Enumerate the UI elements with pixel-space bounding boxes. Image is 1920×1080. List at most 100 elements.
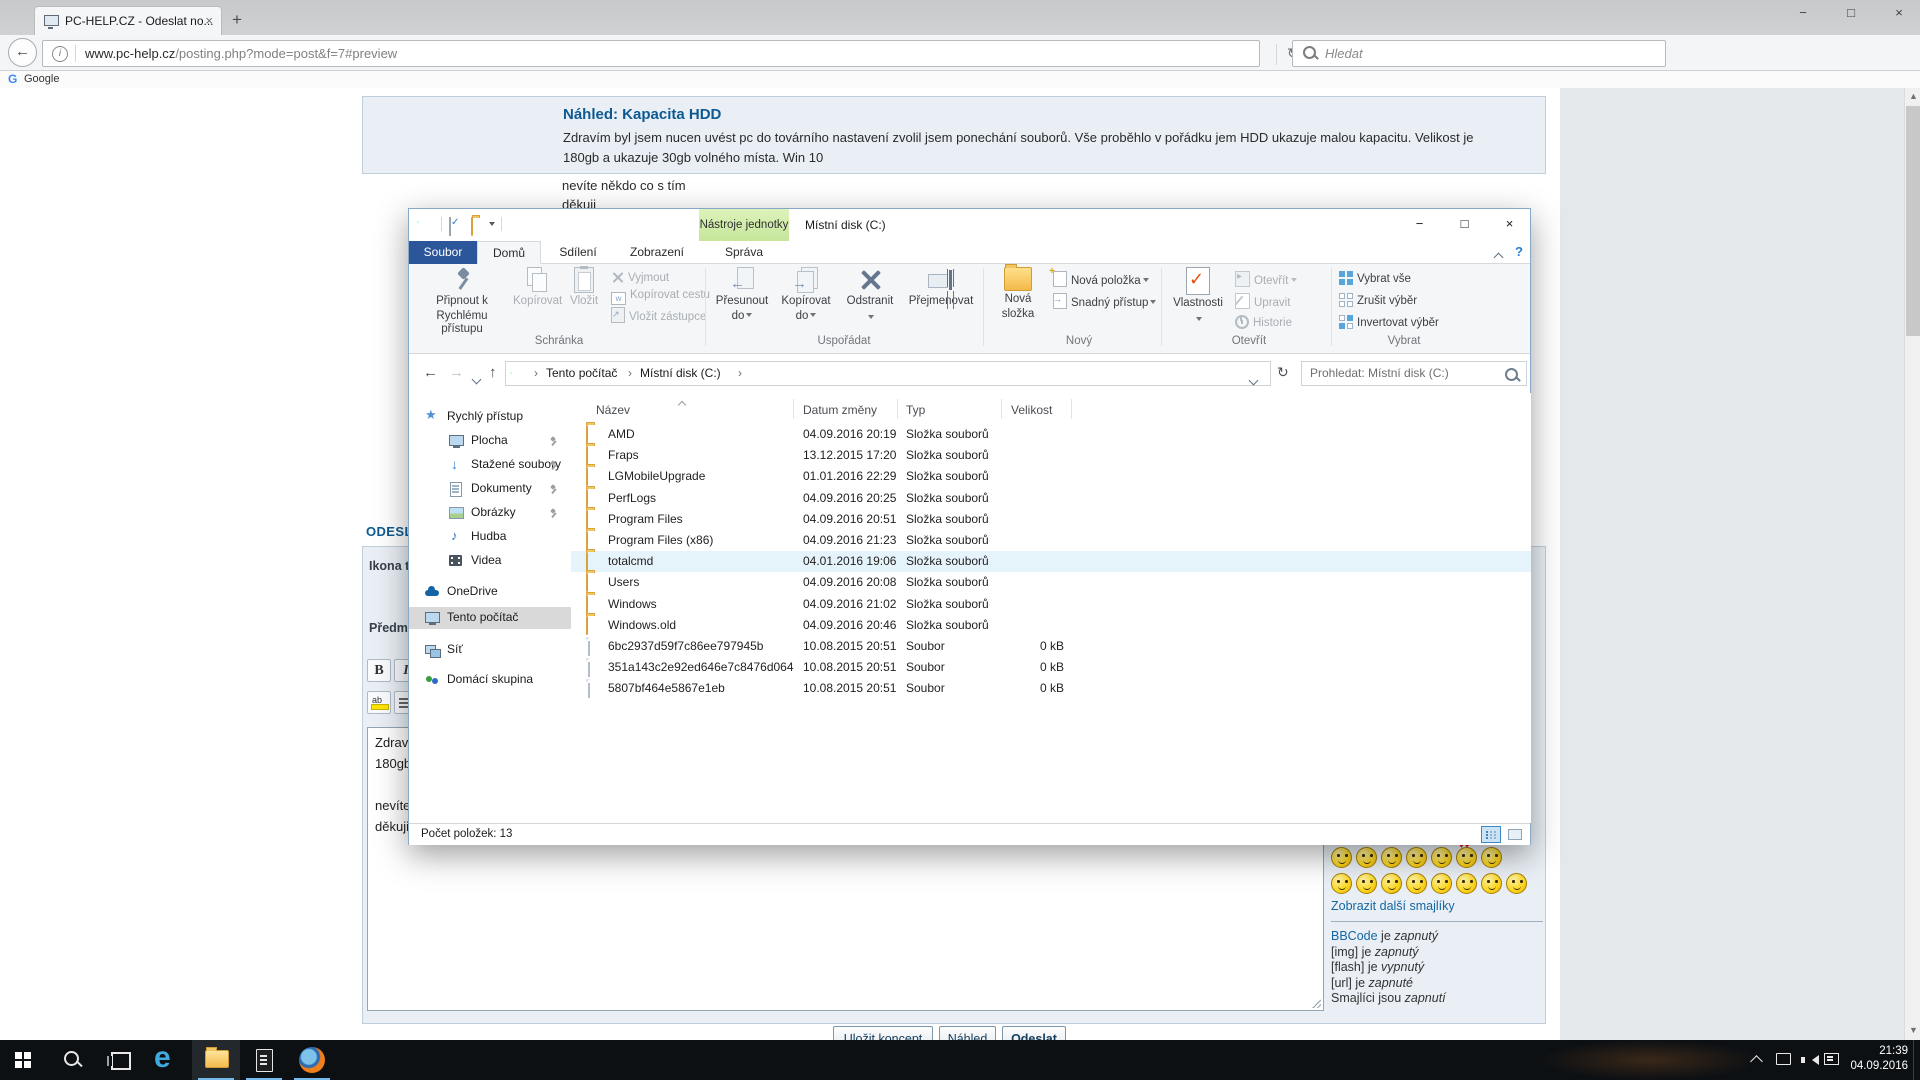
edit-button[interactable]: Upravit [1235,293,1290,310]
file-row[interactable]: PerfLogs04.09.2016 20:25Složka souborů [571,488,1531,509]
tab-sprava[interactable]: Správa [699,241,789,264]
select-none-button[interactable]: Zrušit výběr [1339,293,1417,310]
easy-access-button[interactable]: Snadný přístup [1053,293,1156,310]
submit-button[interactable]: Odeslat [1002,1026,1066,1040]
page-scrollbar[interactable]: ▲ ▼ [1904,88,1920,1040]
nav-up-icon[interactable]: ↑ [489,364,497,381]
explorer-titlebar[interactable]: Nástroje jednotky Místní disk (C:) − □ × [409,209,1530,241]
paste-button[interactable]: Vložit [563,267,605,308]
details-view-button[interactable] [1481,826,1501,843]
smiley-neutral-icon[interactable] [1381,847,1402,868]
scrollbar-thumb[interactable] [1906,106,1920,336]
file-row[interactable]: totalcmd04.01.2016 19:06Složka souborů [571,551,1531,572]
sidebar-item-picture[interactable]: Obrázky [409,502,571,524]
column-divider[interactable] [897,399,898,419]
open-button[interactable]: Otevřít [1235,271,1297,288]
browser-minimize-button[interactable]: − [1786,2,1820,24]
browser-maximize-button[interactable]: □ [1834,2,1868,24]
column-header-type[interactable]: Typ [906,403,925,417]
smiley-smirk-icon[interactable] [1331,873,1352,894]
sidebar-item-star[interactable]: Rychlý přístup [409,406,571,428]
smiley-nerd-icon[interactable] [1331,847,1352,868]
sidebar-item-computer[interactable]: Tento počítač [409,607,571,629]
breadcrumb-item[interactable]: Místní disk (C:) [640,366,721,380]
highlight-button[interactable]: ab [367,691,391,714]
new-tab-button[interactable]: + [232,10,242,30]
select-all-button[interactable]: Vybrat vše [1339,271,1411,288]
file-row[interactable]: LGMobileUpgrade01.01.2016 22:29Složka so… [571,466,1531,487]
tab-zobrazeni[interactable]: Zobrazení [615,241,699,264]
refresh-icon[interactable]: ↻ [1277,364,1289,381]
smiley-surprised-icon[interactable] [1481,847,1502,868]
file-row[interactable]: Windows.old04.09.2016 20:46Složka soubor… [571,615,1531,636]
bbcode-tag[interactable]: BBCode [1331,929,1378,943]
properties-button[interactable]: Vlastnosti [1167,267,1229,328]
file-row[interactable]: Users04.09.2016 20:08Složka souborů [571,572,1531,593]
column-divider[interactable] [1001,399,1002,419]
properties-qat-icon[interactable] [449,217,451,236]
task-view-button[interactable] [96,1040,144,1080]
smiley-thumbs-down-icon[interactable] [1481,873,1502,894]
app-taskbar-button[interactable] [240,1040,288,1080]
thumbnail-view-button[interactable] [1505,826,1525,843]
smiley-raised-brow-icon[interactable] [1381,873,1402,894]
qat-dropdown-icon[interactable] [489,222,495,226]
smiley-thumbs-up-icon[interactable] [1456,873,1477,894]
column-divider[interactable] [1071,399,1072,419]
tray-pc-icon[interactable] [1776,1053,1791,1065]
explorer-taskbar-button[interactable] [192,1040,240,1080]
browser-tab[interactable]: PC-HELP.CZ - Odeslat no... × [34,6,222,36]
taskbar-search-button[interactable] [48,1040,96,1080]
bookmark-google[interactable]: Google [24,73,59,85]
smiley-hiding-icon[interactable] [1506,873,1527,894]
url-b[interactable]: i www.pc-help.cz/posting.php?mode=post&f… [42,40,1260,67]
tab-close-icon[interactable]: × [205,13,213,28]
smiley-monocle-icon[interactable] [1431,873,1452,894]
sidebar-item-video[interactable]: Videa [409,550,571,572]
save-draft-button[interactable]: Uložit koncept [833,1026,933,1040]
sidebar-item-cloud[interactable]: OneDrive [409,581,571,603]
nav-back-icon[interactable]: ← [423,364,438,381]
new-folder-button[interactable]: Nová složka [989,267,1047,321]
paste-shortcut-button[interactable]: Vložit zástupce [611,307,706,324]
tab-soubor[interactable]: Soubor [409,241,477,264]
explorer-maximize-button[interactable]: □ [1442,209,1487,238]
explorer-minimize-button[interactable]: − [1397,209,1442,238]
explorer-search-box[interactable]: Prohledat: Místní disk (C:) [1301,361,1527,386]
smiley-eek-icon[interactable] [1356,847,1377,868]
sidebar-item-desktop[interactable]: Plocha [409,430,571,452]
recent-locations-icon[interactable] [473,370,480,388]
back-button[interactable]: ← [8,38,37,67]
smiley-laugh-icon[interactable] [1356,873,1377,894]
browser-close-button[interactable]: × [1882,2,1916,24]
sidebar-item-download[interactable]: Stažené soubory [409,454,571,476]
show-more-smileys-link[interactable]: Zobrazit další smajlíky [1331,899,1455,913]
resize-grip-icon[interactable] [1312,999,1321,1008]
breadcrumb-item[interactable]: Tento počítač [546,366,617,380]
rename-button[interactable]: Přejmenovat [903,267,979,308]
file-row[interactable]: Windows04.09.2016 21:02Složka souborů [571,594,1531,615]
tab-domu[interactable]: Domů [477,241,541,264]
taskbar-clock[interactable]: 21:39 04.09.2016 [1838,1044,1908,1074]
cut-button[interactable]: Vyjmout [611,271,669,288]
copy-path-button[interactable]: wKopírovat cestu [611,289,710,306]
explorer-close-button[interactable]: × [1487,209,1532,238]
copy-to-button[interactable]: → Kopírovat do [775,267,837,323]
column-header-size[interactable]: Velikost [1011,403,1052,417]
sidebar-item-document[interactable]: Dokumenty [409,478,571,500]
preview-button[interactable]: Náhled [939,1026,996,1040]
url-text[interactable]: www.pc-help.cz/posting.php?mode=post&f=7… [85,46,397,61]
file-row[interactable]: 351a143c2e92ed646e7c8476d06410.08.2015 2… [571,657,1531,678]
edge-button[interactable]: e [144,1040,192,1080]
browser-search-box[interactable]: Hledat [1292,40,1666,67]
new-item-button[interactable]: Nová položka [1053,271,1149,288]
site-info-icon[interactable]: i [52,46,68,62]
sidebar-item-network[interactable]: Síť [409,639,571,661]
help-icon[interactable]: ? [1515,244,1523,259]
pin-to-quick-access-button[interactable]: Připnout k Rychlému přístupu [415,267,509,336]
scroll-up-icon[interactable]: ▲ [1909,92,1917,100]
start-button[interactable] [0,1040,48,1080]
smiley-uncertain-icon[interactable] [1406,847,1427,868]
smiley-yawn-icon[interactable] [1406,873,1427,894]
history-button[interactable]: Historie [1235,315,1292,332]
